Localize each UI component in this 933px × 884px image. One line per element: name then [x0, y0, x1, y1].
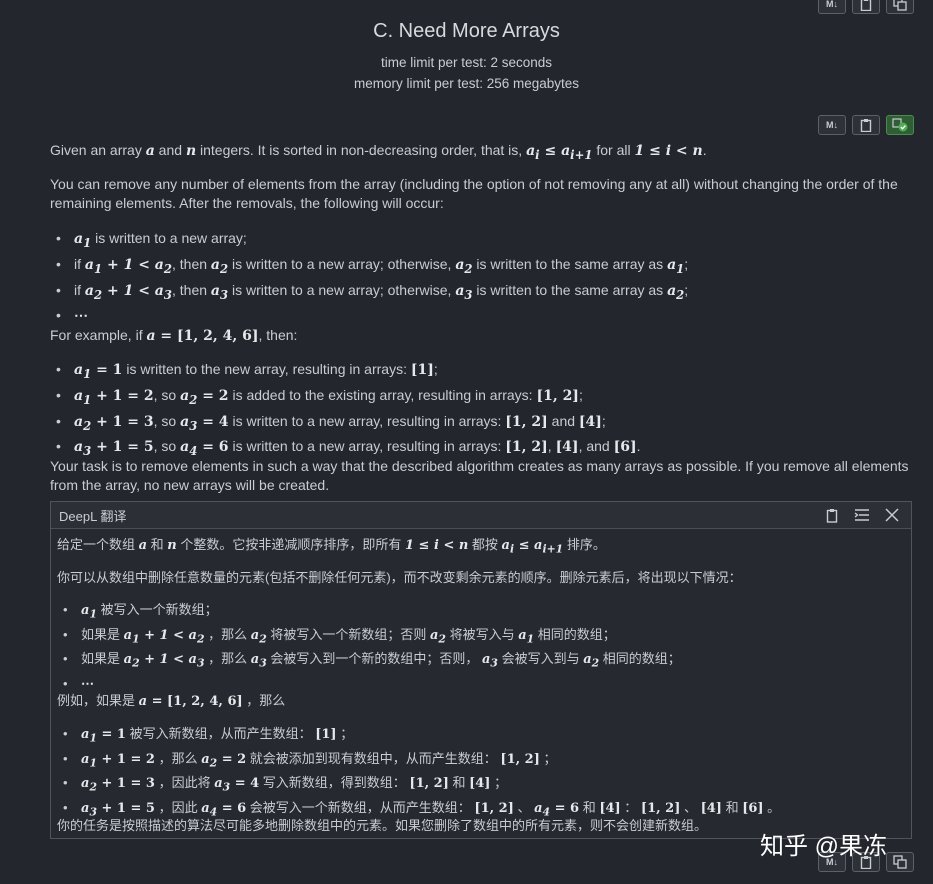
task-paragraph: Your task is to remove elements in such … — [50, 458, 909, 493]
clipboard-icon — [826, 508, 838, 523]
translate-button[interactable] — [886, 852, 914, 872]
list-item: 如果是 a1 + 1 < a2 ，那么 a2 将被写入一个新数组；否则 a2 将… — [81, 625, 681, 650]
problem-title: C. Need More Arrays — [373, 20, 560, 42]
list-item: a1 + 1 = 2 ，那么 a2 = 2 就会被添加到现有数组中，从而产生数组… — [81, 749, 780, 774]
list-item: ⋯ — [74, 305, 688, 327]
copy-button[interactable] — [852, 115, 880, 135]
translation-example-intro: 例如，如果是 a = [1, 2, 4, 6] ，那么 — [57, 693, 286, 709]
example-list: a1 = 1 is written to the new array, resu… — [50, 359, 640, 462]
list-item: a1 is written to a new array; — [74, 228, 688, 254]
markdown-button[interactable]: M↓ — [818, 0, 846, 14]
clipboard-icon — [860, 0, 872, 11]
example-intro: For example, if a = [1, 2, 4, 6], then: — [50, 327, 298, 344]
close-icon — [885, 508, 899, 522]
translation-line-2: 你可以从数组中删除任意数量的元素(包括不删除任何元素)，而不改变剩余元素的顺序。… — [57, 570, 742, 585]
deepl-header: DeepL 翻译 — [51, 502, 911, 529]
list-item: if a1 + 1 < a2, then a2 is written to a … — [74, 254, 688, 280]
time-limit: time limit per test: 2 seconds — [380, 55, 553, 70]
statement-toolbar: M↓ — [818, 115, 914, 135]
list-item: a2 + 1 = 3, so a3 = 4 is written to a ne… — [74, 411, 640, 437]
statement-paragraph-2: You can remove any number of elements fr… — [50, 176, 898, 211]
deepl-title: DeepL 翻译 — [59, 508, 127, 524]
list-item: a1 = 1 is written to the new array, resu… — [74, 359, 640, 385]
markdown-button[interactable]: M↓ — [818, 115, 846, 135]
translation-line-1: 给定一个数组 a 和 n 个整数。它按非递减顺序排序，即所有 1 ≤ i < n… — [57, 537, 606, 556]
translate-button[interactable] — [886, 0, 914, 14]
markdown-icon: M↓ — [826, 120, 838, 130]
list-item: a2 + 1 = 3 ，因此将 a3 = 4 写入新数组，得到数组： [1, 2… — [81, 773, 780, 798]
list-item: a1 + 1 = 2, so a2 = 2 is added to the ex… — [74, 385, 640, 411]
copy-button[interactable] — [852, 0, 880, 14]
align-button[interactable] — [851, 506, 873, 524]
translate-done-button[interactable] — [886, 115, 914, 135]
translate-check-icon — [892, 118, 908, 132]
translate-icon — [893, 855, 907, 869]
statement-paragraph-1: Given an array a and n integers. It is s… — [50, 142, 707, 162]
deepl-panel: DeepL 翻译 给定一个数组 a 和 n 个整数。它按非递减顺序排序，即所有 … — [50, 501, 912, 839]
list-item: if a2 + 1 < a3, then a3 is written to a … — [74, 280, 688, 306]
translation-example-list: a1 = 1 被写入新数组，从而产生数组： [1] ； a1 + 1 = 2 ，… — [57, 724, 780, 822]
markdown-icon: M↓ — [826, 0, 838, 9]
rules-list: a1 is written to a new array; if a1 + 1 … — [50, 228, 688, 327]
clipboard-icon — [860, 119, 872, 132]
translation-rules-list: a1 被写入一个新数组； 如果是 a1 + 1 < a2 ，那么 a2 将被写入… — [57, 600, 681, 695]
list-item: a1 被写入一个新数组； — [81, 600, 681, 625]
memory-limit: memory limit per test: 256 megabytes — [353, 76, 580, 91]
close-button[interactable] — [881, 506, 903, 524]
top-toolbar: M↓ — [818, 0, 914, 14]
watermark: 知乎 @果冻 — [760, 833, 888, 860]
copy-button[interactable] — [821, 506, 843, 524]
translate-icon — [893, 0, 907, 11]
translation-task: 你的任务是按照描述的算法尽可能多地删除数组中的元素。如果您删除了数组中的所有元素… — [57, 818, 708, 833]
list-item: a1 = 1 被写入新数组，从而产生数组： [1] ； — [81, 724, 780, 749]
list-item: 如果是 a2 + 1 < a3 ，那么 a3 会被写入到一个新的数组中；否则， … — [81, 649, 681, 674]
align-lines-icon — [854, 509, 869, 521]
